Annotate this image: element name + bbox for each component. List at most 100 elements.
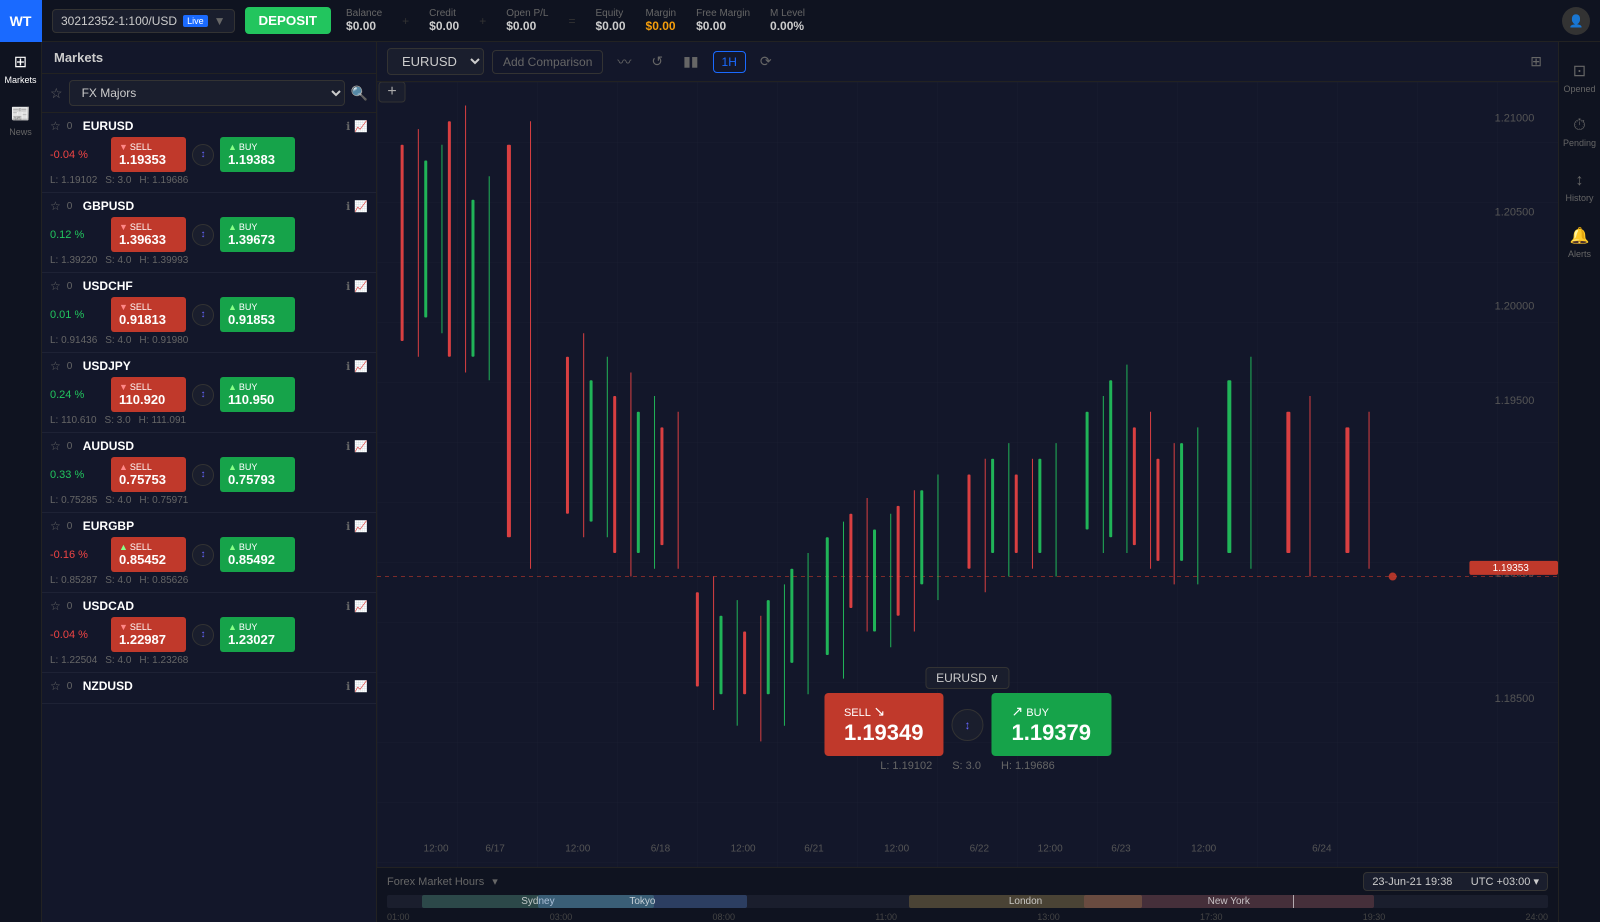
user-avatar[interactable]: 👤: [1562, 7, 1590, 35]
eurgbp-chart-icon[interactable]: 📈: [354, 520, 368, 533]
eurgbp-mid-button[interactable]: ↕: [192, 544, 214, 566]
nzdusd-chart-icon[interactable]: 📈: [354, 680, 368, 693]
eurgbp-buy-button[interactable]: ▲ BUY 0.85492: [220, 537, 295, 572]
gbpusd-spread: S: 4.0: [105, 255, 131, 266]
eurusd-chart-icon[interactable]: 📈: [354, 120, 368, 133]
usdchf-chart-icon[interactable]: 📈: [354, 280, 368, 293]
add-comparison-button[interactable]: Add Comparison: [492, 50, 603, 74]
gbpusd-info-icon[interactable]: ℹ: [346, 200, 350, 213]
usdcad-mid-button[interactable]: ↕: [192, 624, 214, 646]
eurusd-name[interactable]: EURUSD: [83, 119, 134, 133]
usdchf-buy-button[interactable]: ▲ BUY 0.91853: [220, 297, 295, 332]
audusd-chart-icon[interactable]: 📈: [354, 440, 368, 453]
trade-symbol-label[interactable]: EURUSD ∨: [925, 667, 1010, 689]
usdcad-info-icon[interactable]: ℹ: [346, 600, 350, 613]
grid-button[interactable]: ⊞: [1524, 49, 1548, 74]
eurusd-mid-button[interactable]: ↕: [192, 144, 214, 166]
usdcad-high: H: 1.23268: [139, 655, 188, 666]
equity-value: $0.00: [596, 19, 626, 33]
trade-buy-button[interactable]: ↗ BUY 1.19379: [992, 693, 1112, 756]
usdjpy-low: L: 110.610: [50, 415, 97, 426]
trade-spread: S: 3.0: [952, 760, 981, 772]
trade-sell-button[interactable]: SELL ↘ 1.19349: [824, 693, 944, 756]
gbpusd-mid-button[interactable]: ↕: [192, 224, 214, 246]
usdjpy-mid-button[interactable]: ↕: [192, 384, 214, 406]
utc-selector[interactable]: 23-Jun-21 19:38 UTC +03:00 ▾: [1363, 872, 1548, 891]
svg-text:1.19500: 1.19500: [1495, 395, 1535, 407]
search-icon[interactable]: 🔍: [351, 85, 368, 102]
usdjpy-name[interactable]: USDJPY: [83, 359, 131, 373]
market-hours-label[interactable]: Forex Market Hours: [387, 876, 484, 888]
gbpusd-name[interactable]: GBPUSD: [83, 199, 134, 213]
audusd-buy-button[interactable]: ▲ BUY 0.75793: [220, 457, 295, 492]
audusd-mid-button[interactable]: ↕: [192, 464, 214, 486]
chart-canvas-area[interactable]: 1.21000 1.20500 1.20000 1.19500 1.19000 …: [377, 82, 1558, 867]
usdjpy-sell-button[interactable]: ▼ SELL 110.920: [111, 377, 186, 412]
usdcad-star[interactable]: ☆: [50, 599, 61, 613]
usdcad-chart-icon[interactable]: 📈: [354, 600, 368, 613]
symbol-select[interactable]: EURUSD: [387, 48, 484, 75]
open-pl-stat: Open P/L $0.00: [506, 8, 548, 33]
nzdusd-info-icon[interactable]: ℹ: [346, 680, 350, 693]
settings-button[interactable]: ⟳: [754, 49, 778, 74]
nzdusd-star[interactable]: ☆: [50, 679, 61, 693]
audusd-low: L: 0.75285: [50, 495, 97, 506]
usdcad-name[interactable]: USDCAD: [83, 599, 134, 613]
eurgbp-name[interactable]: EURGBP: [83, 519, 134, 533]
eurusd-sell-button[interactable]: ▼ SELL 1.19353: [111, 137, 186, 172]
gbpusd-buy-button[interactable]: ▲ BUY 1.39673: [220, 217, 295, 252]
chart-toolbar: EURUSD Add Comparison 〰 ↺ ▮▮ 1H ⟳ ⊞: [377, 42, 1558, 82]
nav-opened[interactable]: ⊡ Opened: [1561, 52, 1599, 102]
account-selector[interactable]: 30212352-1:100/USD Live ▼: [52, 9, 235, 33]
usdjpy-star[interactable]: ☆: [50, 359, 61, 373]
usdcad-sell-button[interactable]: ▼ SELL 1.22987: [111, 617, 186, 652]
audusd-sell-button[interactable]: ▲ SELL 0.75753: [111, 457, 186, 492]
usdchf-sell-button[interactable]: ▼ SELL 0.91813: [111, 297, 186, 332]
nzdusd-name[interactable]: NZDUSD: [83, 679, 133, 693]
markets-icon: ⊞: [14, 52, 27, 72]
line-chart-button[interactable]: 〰: [611, 48, 637, 76]
nav-news[interactable]: 📰 News: [0, 94, 42, 146]
gbpusd-sell-button[interactable]: ▼ SELL 1.39633: [111, 217, 186, 252]
eurusd-high: H: 1.19686: [139, 175, 188, 186]
instrument-nzdusd: ☆ 0 NZDUSD ℹ 📈: [42, 673, 376, 704]
gbpusd-chart-icon[interactable]: 📈: [354, 200, 368, 213]
usdchf-mid-button[interactable]: ↕: [192, 304, 214, 326]
timeframe-1h-button[interactable]: 1H: [713, 51, 746, 73]
svg-text:1.18500: 1.18500: [1495, 693, 1535, 705]
audusd-info-icon[interactable]: ℹ: [346, 440, 350, 453]
usdcad-buy-button[interactable]: ▲ BUY 1.23027: [220, 617, 295, 652]
nav-history[interactable]: ↕ History: [1561, 162, 1599, 212]
eurusd-buy-button[interactable]: ▲ BUY 1.19383: [220, 137, 295, 172]
audusd-name[interactable]: AUDUSD: [83, 439, 134, 453]
nav-alerts[interactable]: 🔔 Alerts: [1561, 217, 1599, 267]
deposit-button[interactable]: DEPOSIT: [245, 7, 332, 34]
margin-stat: Margin $0.00: [646, 8, 677, 33]
eurgbp-sell-button[interactable]: ▲ SELL 0.85452: [111, 537, 186, 572]
usdjpy-chart-icon[interactable]: 📈: [354, 360, 368, 373]
trade-sell-label: SELL ↘: [844, 703, 924, 720]
eurusd-info-icon[interactable]: ℹ: [346, 120, 350, 133]
eurgbp-info-icon[interactable]: ℹ: [346, 520, 350, 533]
usdchf-star[interactable]: ☆: [50, 279, 61, 293]
usdjpy-buy-button[interactable]: ▲ BUY 110.950: [220, 377, 295, 412]
candlestick-button[interactable]: ▮▮: [677, 49, 704, 74]
top-header: 30212352-1:100/USD Live ▼ DEPOSIT Balanc…: [42, 0, 1600, 42]
eurusd-star[interactable]: ☆: [50, 119, 61, 133]
margin-label: Margin: [646, 8, 677, 19]
usdcad-buy-label: ▲ BUY: [228, 622, 257, 632]
usdchf-info-icon[interactable]: ℹ: [346, 280, 350, 293]
markets-filter-select[interactable]: FX Majors: [69, 80, 345, 106]
audusd-star[interactable]: ☆: [50, 439, 61, 453]
trade-mid-button[interactable]: ↕: [952, 709, 984, 741]
nav-markets[interactable]: ⊞ Markets: [0, 42, 42, 94]
usdcad-spread: S: 4.0: [105, 655, 131, 666]
refresh-button[interactable]: ↺: [645, 49, 669, 74]
usdchf-name[interactable]: USDCHF: [83, 279, 133, 293]
usdjpy-info-icon[interactable]: ℹ: [346, 360, 350, 373]
gbpusd-star[interactable]: ☆: [50, 199, 61, 213]
eurgbp-star[interactable]: ☆: [50, 519, 61, 533]
favorite-star-icon[interactable]: ☆: [50, 85, 63, 102]
nav-pending[interactable]: ⏱ Pending: [1561, 107, 1599, 157]
market-hours-time-labels: 01:00 03:00 08:00 11:00 13:00 17:30 19:3…: [377, 912, 1558, 922]
